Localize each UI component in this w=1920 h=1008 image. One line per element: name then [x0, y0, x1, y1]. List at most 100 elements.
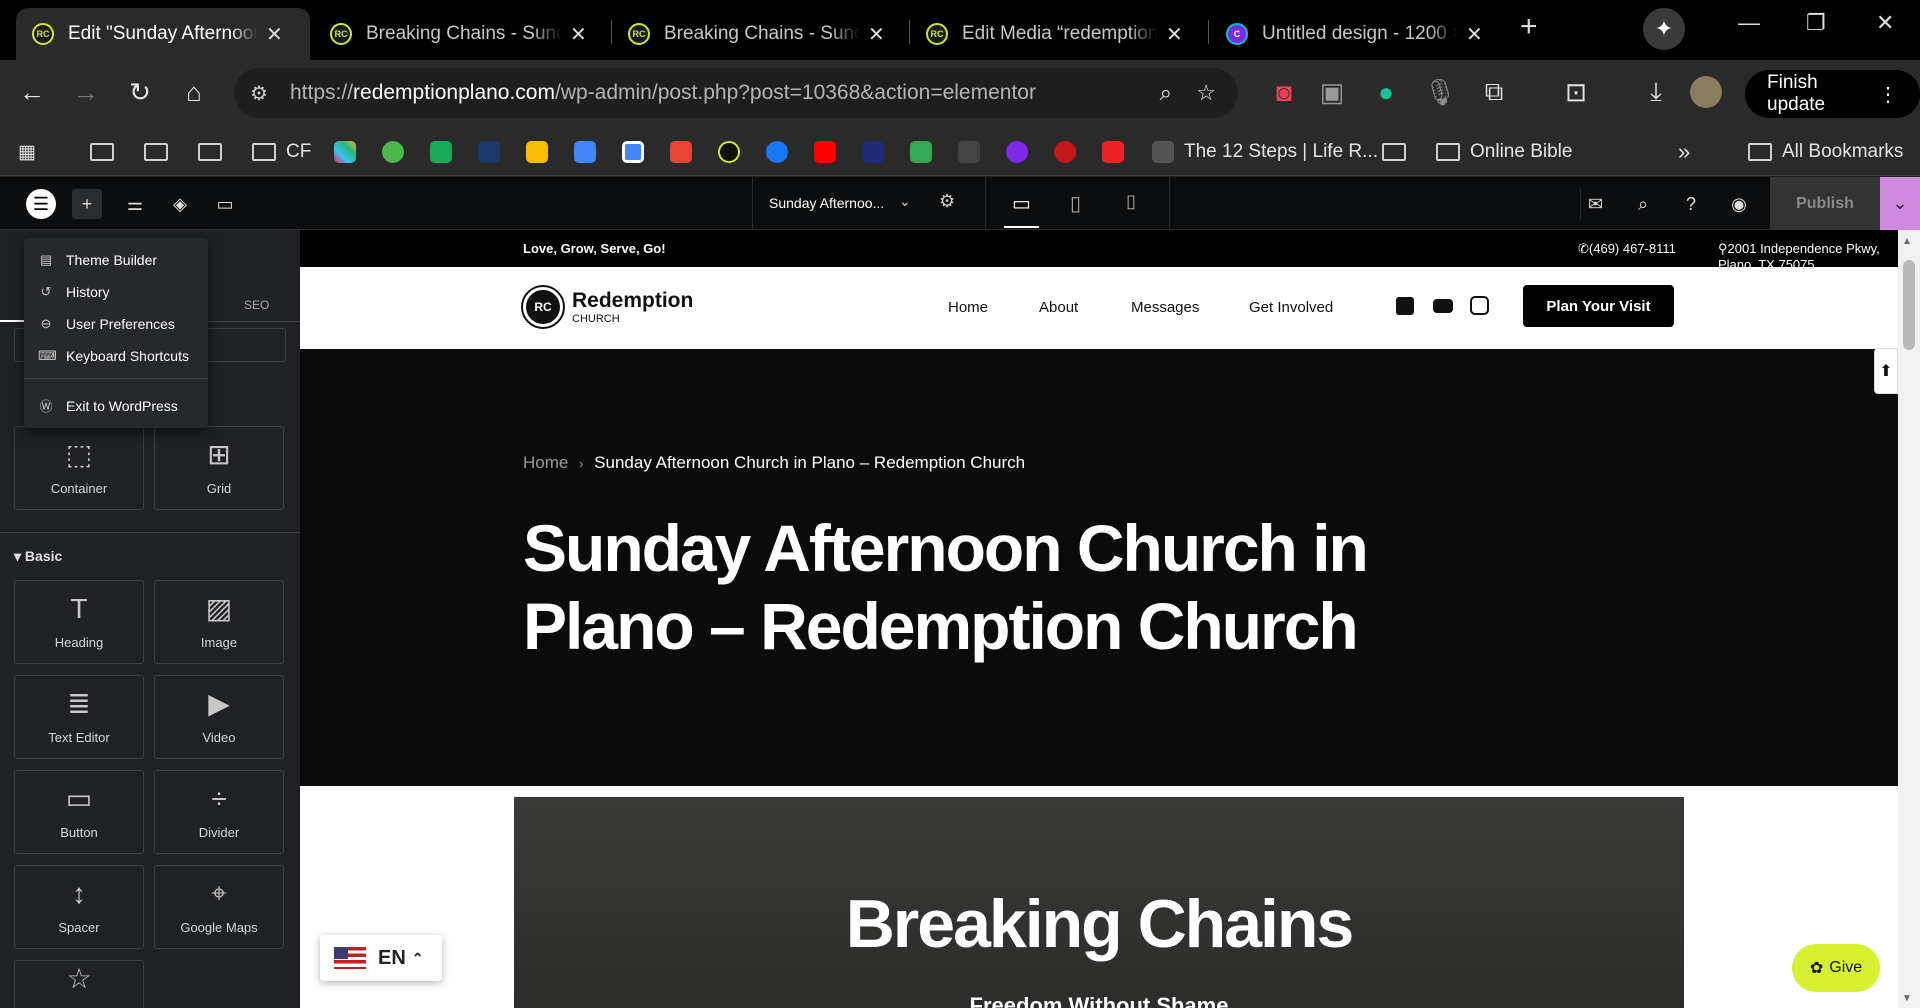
bookmark-folder-cf[interactable]: CF	[252, 138, 311, 166]
widget-divider[interactable]: ÷ Divider	[154, 770, 284, 854]
logo-name[interactable]: Redemption	[572, 289, 693, 313]
nav-about[interactable]: About	[1039, 299, 1078, 316]
close-window-icon[interactable]: ✕	[1876, 10, 1894, 36]
church-logo-icon[interactable]: RC	[521, 285, 565, 329]
widget-google-maps[interactable]: ⌖ Google Maps	[154, 865, 284, 949]
calendar-icon[interactable]	[622, 138, 644, 166]
facebook-icon[interactable]	[1396, 297, 1414, 315]
uv-icon[interactable]	[862, 138, 884, 166]
desktop-icon[interactable]: ▭	[1004, 191, 1039, 228]
publish-button[interactable]: Publish	[1770, 177, 1880, 230]
mic-icon[interactable]: 🎙	[1420, 72, 1460, 112]
close-tab-icon[interactable]: ✕	[266, 22, 283, 47]
address-bar[interactable]: ⚙ https://redemptionplano.com/wp-admin/p…	[234, 68, 1238, 118]
scrollbar[interactable]: ▲ ▼	[1898, 230, 1920, 1008]
restore-icon[interactable]: ❐	[1806, 10, 1826, 36]
download-icon[interactable]: ⤓	[1636, 72, 1676, 112]
close-tab-icon[interactable]: ✕	[1166, 22, 1183, 47]
menu-theme-builder[interactable]: ▤ Theme Builder	[38, 252, 157, 268]
widget-icon[interactable]: ☆	[14, 960, 144, 1008]
bookmark-folder[interactable]	[144, 138, 178, 166]
comments-icon[interactable]: ▭	[210, 189, 240, 219]
zoom-icon[interactable]: ⌕	[1160, 80, 1172, 106]
scrollbar-thumb[interactable]	[1903, 260, 1915, 350]
site-settings-icon[interactable]: ⚙	[250, 81, 268, 106]
close-tab-icon[interactable]: ✕	[570, 22, 587, 47]
scroll-down-arrow-icon[interactable]: ▼	[1902, 993, 1912, 1004]
grammarly-icon[interactable]: ●	[1366, 72, 1406, 112]
widget-button[interactable]: ▭ Button	[14, 770, 144, 854]
structure-layers-icon[interactable]: ◈	[165, 189, 195, 219]
publish-options-chevron-icon[interactable]: ⌄	[1880, 177, 1920, 230]
extensions-icon[interactable]: ⧉	[1474, 72, 1514, 112]
widget-heading[interactable]: T Heading	[14, 580, 144, 664]
widget-spacer[interactable]: ↕ Spacer	[14, 865, 144, 949]
sheets-icon[interactable]	[910, 138, 932, 166]
canva-icon[interactable]	[1006, 138, 1028, 166]
phone-link[interactable]: ✆(469) 467-8111	[1578, 241, 1676, 257]
extension-f-icon[interactable]: ▣	[1312, 72, 1352, 112]
bookmark-pen-icon[interactable]	[1102, 138, 1124, 166]
menu-keyboard-shortcuts[interactable]: ⌨ Keyboard Shortcuts	[38, 348, 189, 364]
give-button[interactable]: ✿ Give	[1792, 944, 1880, 992]
mobile-icon[interactable]: ▯	[1126, 191, 1136, 212]
notifications-icon[interactable]: ✉	[1580, 189, 1610, 219]
profile-avatar[interactable]	[1690, 76, 1722, 108]
preview-eye-icon[interactable]: ◉	[1724, 189, 1754, 219]
gmail-icon[interactable]	[670, 138, 692, 166]
close-tab-icon[interactable]: ✕	[868, 22, 885, 47]
tab-canva[interactable]: C Untitled design - 1200 × ✕	[1210, 8, 1504, 60]
dw-icon[interactable]	[958, 138, 980, 166]
bookmark-online-bible[interactable]: Online Bible	[1436, 138, 1572, 166]
youtube-icon[interactable]	[814, 138, 836, 166]
tab-edit-sunday[interactable]: RC Edit "Sunday Afternoon Church in Plan…	[16, 8, 310, 60]
youtube-icon[interactable]	[1433, 299, 1453, 313]
new-tab-button[interactable]: +	[1520, 10, 1538, 44]
minimize-icon[interactable]: —	[1738, 10, 1760, 36]
finish-update-button[interactable]: Finish update ⋮	[1745, 70, 1920, 118]
site-settings-sliders-icon[interactable]: ⚌	[120, 189, 150, 219]
rc-bookmark-icon[interactable]	[718, 138, 740, 166]
forward-icon[interactable]: →	[66, 72, 106, 112]
widget-image[interactable]: ▨ Image	[154, 580, 284, 664]
widget-video[interactable]: ▶ Video	[154, 675, 284, 759]
menu-exit-to-wordpress[interactable]: Ⓦ Exit to WordPress	[38, 396, 177, 415]
bookmark-red-icon[interactable]	[1054, 138, 1076, 166]
menu-history[interactable]: ↺ History	[38, 284, 110, 300]
bookmark-star-icon[interactable]: ☆	[1196, 80, 1216, 106]
scroll-top-icon[interactable]: ⬆	[1874, 348, 1898, 394]
bookmark-green-icon[interactable]	[430, 138, 452, 166]
bookmark-12-steps[interactable]: The 12 Steps | Life R...	[1152, 138, 1378, 166]
document-title[interactable]: Sunday Afternoo...	[769, 195, 884, 211]
apps-icon[interactable]: ▦	[18, 138, 36, 166]
bookmark-folder[interactable]	[1382, 138, 1416, 166]
slack-icon[interactable]	[334, 138, 356, 166]
tab-search-icon[interactable]: ⊡	[1556, 72, 1596, 112]
tab-breaking-chains-2[interactable]: RC Breaking Chains - Sunday ✕	[612, 8, 906, 60]
nav-messages[interactable]: Messages	[1131, 299, 1199, 316]
help-icon[interactable]: ?	[1676, 189, 1706, 219]
tree-icon[interactable]	[478, 138, 500, 166]
elementor-menu-icon[interactable]: ☰	[26, 189, 56, 219]
pocket-icon[interactable]: ◙	[1264, 72, 1304, 112]
nav-home[interactable]: Home	[948, 299, 988, 316]
tab-breaking-chains-1[interactable]: RC Breaking Chains - Sunday ✕	[314, 8, 608, 60]
tablet-icon[interactable]: ▯	[1070, 191, 1081, 216]
close-tab-icon[interactable]: ✕	[1466, 22, 1483, 47]
tab-seo[interactable]: SEO	[244, 298, 269, 312]
page-settings-gear-icon[interactable]: ⚙	[939, 191, 955, 212]
plan-your-visit-button[interactable]: Plan Your Visit	[1523, 285, 1674, 327]
keep-icon[interactable]	[526, 138, 548, 166]
menu-user-preferences[interactable]: ⊖ User Preferences	[38, 316, 175, 332]
docs-icon[interactable]	[574, 138, 596, 166]
all-bookmarks[interactable]: All Bookmarks	[1748, 138, 1903, 166]
nav-get-involved[interactable]: Get Involved	[1249, 299, 1333, 316]
widget-text-editor[interactable]: ≣ Text Editor	[14, 675, 144, 759]
basic-section-toggle[interactable]: ▾ Basic	[14, 548, 62, 565]
scroll-up-arrow-icon[interactable]: ▲	[1902, 236, 1912, 247]
bookmark-folder[interactable]	[198, 138, 232, 166]
bookmark-folder[interactable]	[90, 138, 124, 166]
breadcrumb-home[interactable]: Home	[523, 453, 568, 472]
language-switcher[interactable]: EN ⌃	[320, 935, 442, 981]
instagram-icon[interactable]	[1470, 296, 1489, 315]
